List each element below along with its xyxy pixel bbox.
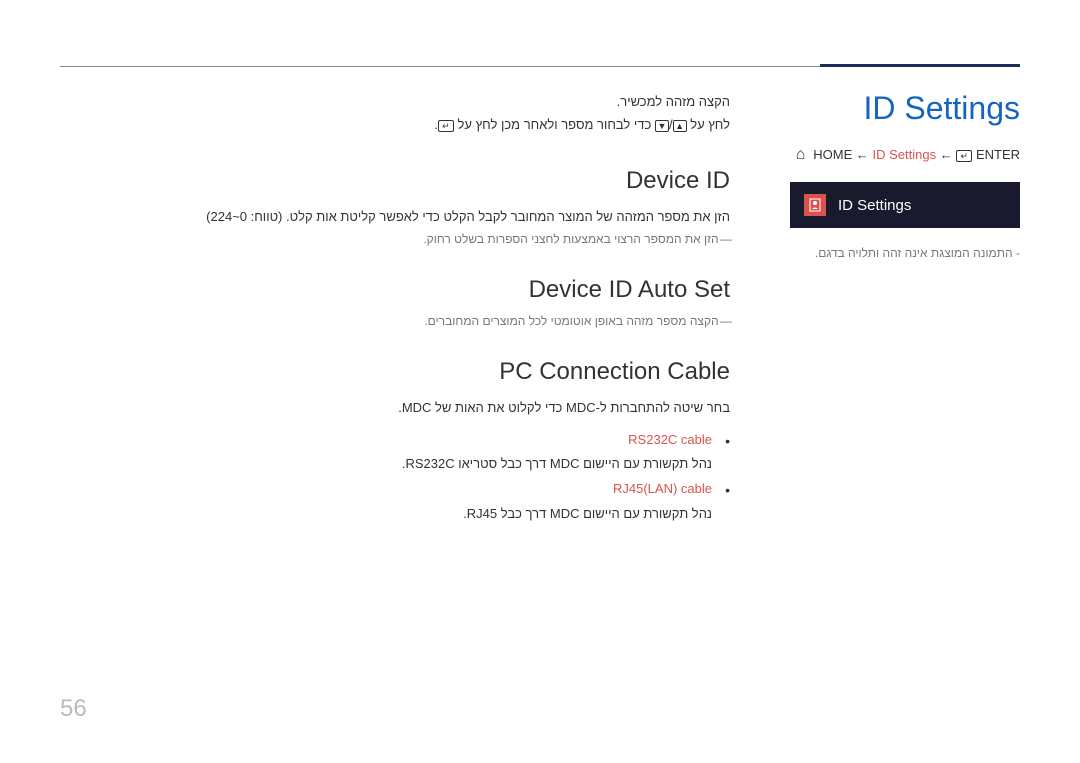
cable-label-rs232c: RS232C cable bbox=[628, 428, 712, 453]
pc-cable-text: בחר שיטה להתחברות ל-MDC כדי לקלוט את האו… bbox=[60, 396, 730, 419]
breadcrumb-enter: ENTER bbox=[976, 147, 1020, 162]
id-badge-icon bbox=[804, 194, 826, 216]
cable-list: RS232C cable נהל תקשורת עם היישום MDC דר… bbox=[60, 428, 730, 527]
menu-id-settings[interactable]: ID Settings bbox=[790, 182, 1020, 228]
cable-desc: נהל תקשורת עם היישום MDC דרך כבל סטריאו … bbox=[402, 456, 712, 471]
section-pc-cable-title: PC Connection Cable bbox=[60, 358, 730, 386]
breadcrumb-mid: ID Settings bbox=[872, 147, 936, 162]
cable-desc: נהל תקשורת עם היישום MDC דרך כבל RJ45. bbox=[463, 506, 712, 521]
breadcrumb: HOME ← ID Settings ← ↵ ENTER bbox=[790, 147, 1020, 162]
down-arrow-icon: ▼ bbox=[655, 120, 669, 132]
menu-label: ID Settings bbox=[838, 197, 911, 214]
list-item: RJ45(LAN) cable נהל תקשורת עם היישום MDC… bbox=[60, 477, 730, 526]
page-title: ID Settings bbox=[790, 90, 1020, 127]
enter-icon: ↵ bbox=[956, 150, 972, 162]
section-device-id-title: Device ID bbox=[60, 167, 730, 195]
page-number: 56 bbox=[60, 695, 87, 723]
enter-icon-inline: ↵ bbox=[438, 120, 454, 132]
breadcrumb-home: HOME bbox=[813, 147, 852, 162]
device-id-text: הזן את מספר המזהה של המוצר המחובר לקבל ה… bbox=[60, 205, 730, 228]
intro-line1: הקצה מזהה למכשיר. bbox=[60, 90, 730, 113]
intro-line2: לחץ על ▲/▼ כדי לבחור מספר ולאחר מכן לחץ … bbox=[60, 113, 730, 136]
device-id-subnote: הזן את המספר הרצוי באמצעות לחצני הספרות … bbox=[60, 232, 730, 246]
list-item: RS232C cable נהל תקשורת עם היישום MDC דר… bbox=[60, 428, 730, 477]
cable-label-rj45: RJ45(LAN) cable bbox=[613, 477, 712, 502]
image-note: התמונה המוצגת אינה זהה ותלויה בדגם. bbox=[790, 246, 1020, 260]
top-divider-accent bbox=[820, 64, 1020, 67]
home-icon bbox=[796, 150, 810, 162]
up-arrow-icon: ▲ bbox=[673, 120, 687, 132]
auto-set-subnote: הקצה מספר מזהה באופן אוטומטי לכל המוצרים… bbox=[60, 314, 730, 328]
section-auto-set-title: Device ID Auto Set bbox=[60, 276, 730, 304]
